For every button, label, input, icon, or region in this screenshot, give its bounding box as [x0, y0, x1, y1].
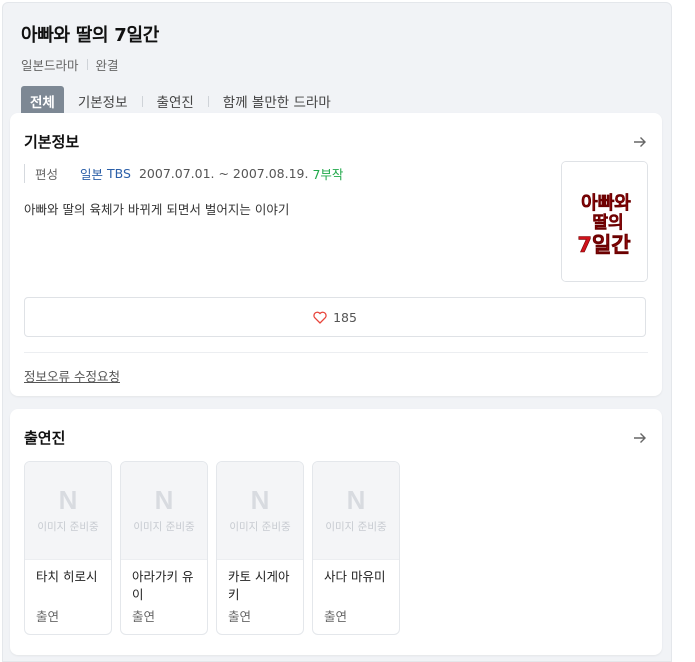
- n-logo-icon: N: [250, 485, 270, 515]
- basic-info-title: 기본정보: [24, 133, 80, 151]
- cast-photo-placeholder: N 이미지 준비중: [121, 462, 207, 560]
- arrow-right-icon[interactable]: [632, 430, 648, 446]
- cast-photo-placeholder: N 이미지 준비중: [313, 462, 399, 560]
- tab-basic-info[interactable]: 기본정보: [78, 91, 128, 111]
- cast-role: 출연: [36, 609, 60, 624]
- n-logo-icon: N: [346, 485, 366, 515]
- n-logo-icon: N: [58, 485, 78, 515]
- cast-name: 사다 마유미: [324, 569, 386, 584]
- tab-all[interactable]: 전체: [21, 86, 64, 116]
- tab-related-dramas[interactable]: 함께 볼만한 드라마: [223, 91, 331, 111]
- poster-text-line2: 딸의: [592, 213, 623, 233]
- like-count: 185: [333, 309, 357, 325]
- air-dates: 2007.07.01. ~ 2007.08.19.: [138, 166, 309, 181]
- cast-member-card[interactable]: N 이미지 준비중 타치 히로시 출연: [24, 461, 112, 635]
- broadcast-label: 편성: [24, 164, 58, 183]
- drama-meta: 일본드라마 완결: [21, 55, 653, 74]
- country-link[interactable]: 일본: [80, 164, 103, 183]
- cast-name: 카토 시게아키: [228, 569, 290, 602]
- cast-role: 출연: [324, 609, 348, 624]
- tab-divider: [141, 95, 143, 107]
- cast-role: 출연: [228, 609, 252, 624]
- cast-member-card[interactable]: N 이미지 준비중 사다 마유미 출연: [312, 461, 400, 635]
- no-image-text: 이미지 준비중: [133, 521, 195, 533]
- drama-header: 아빠와 딸의 7일간 일본드라마 완결 전체 기본정보 출연진 함께 볼만한 드…: [3, 3, 671, 116]
- tab-divider: [207, 95, 209, 107]
- cast-list: N 이미지 준비중 타치 히로시 출연 N 이미지 준비중 아라가키 유이 출연…: [24, 461, 400, 635]
- tab-cast[interactable]: 출연진: [157, 91, 194, 111]
- cast-photo-placeholder: N 이미지 준비중: [217, 462, 303, 560]
- synopsis: 아빠와 딸의 육체가 바뀌게 되면서 벌어지는 이야기: [24, 202, 290, 217]
- arrow-right-icon[interactable]: [632, 134, 648, 150]
- no-image-text: 이미지 준비중: [325, 521, 387, 533]
- report-error-link[interactable]: 정보오류 수정요청: [24, 366, 120, 385]
- poster-image[interactable]: 아빠와 딸의 7일간: [561, 161, 648, 282]
- cast-name: 타치 히로시: [36, 569, 98, 584]
- cast-member-card[interactable]: N 이미지 준비중 아라가키 유이 출연: [120, 461, 208, 635]
- drama-title: 아빠와 딸의 7일간: [21, 25, 159, 46]
- cast-card: 출연진 N 이미지 준비중 타치 히로시 출연 N 이미지 준비중 아라가키 유…: [10, 409, 662, 655]
- section-divider: [24, 352, 648, 353]
- cast-header: 출연진: [24, 427, 648, 448]
- poster-text-line1: 아빠와: [581, 193, 631, 214]
- basic-info-header: 기본정보: [24, 131, 648, 152]
- poster-artwork: 아빠와 딸의 7일간: [562, 162, 647, 281]
- basic-info-card: 기본정보 편성 일본 TBS 2007.07.01. ~ 2007.08.19.…: [10, 113, 662, 396]
- no-image-text: 이미지 준비중: [37, 521, 99, 533]
- cast-role: 출연: [132, 609, 156, 624]
- genre-label: 일본드라마: [21, 58, 79, 73]
- cast-member-card[interactable]: N 이미지 준비중 카토 시게아키 출연: [216, 461, 304, 635]
- meta-divider: [86, 59, 88, 70]
- heart-icon: [313, 311, 327, 324]
- cast-title: 출연진: [24, 429, 66, 447]
- no-image-text: 이미지 준비중: [229, 521, 291, 533]
- episode-count: 7부작: [312, 167, 344, 182]
- cast-photo-placeholder: N 이미지 준비중: [25, 462, 111, 560]
- tab-bar: 전체 기본정보 출연진 함께 볼만한 드라마: [21, 86, 653, 116]
- status-label: 완결: [95, 58, 119, 73]
- poster-text-line3: 7일간: [577, 233, 630, 257]
- like-button[interactable]: 185: [24, 297, 646, 337]
- cast-name: 아라가키 유이: [132, 569, 194, 602]
- n-logo-icon: N: [154, 485, 174, 515]
- broadcast-info: 편성 일본 TBS 2007.07.01. ~ 2007.08.19. 7부작: [24, 164, 648, 183]
- channel-link[interactable]: TBS: [107, 166, 131, 181]
